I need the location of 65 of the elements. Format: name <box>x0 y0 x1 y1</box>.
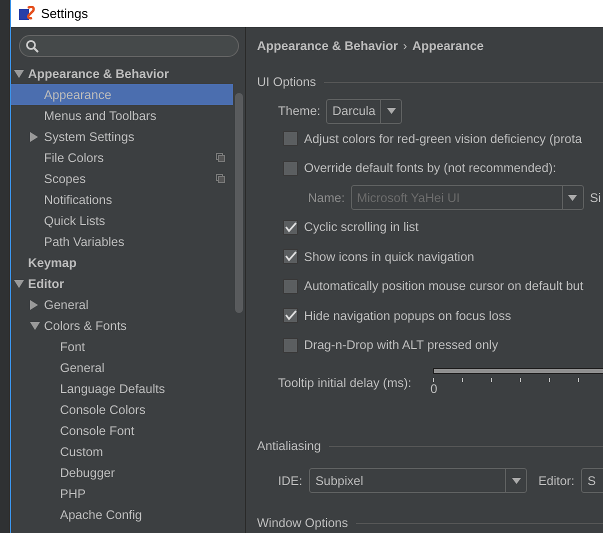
tree-item[interactable]: Console Font <box>11 420 245 441</box>
tree-item[interactable]: Debugger <box>11 462 245 483</box>
size-label: Si <box>590 190 601 205</box>
breadcrumb-item: Appearance & Behavior <box>257 39 398 53</box>
tree-item[interactable]: Language Defaults <box>11 378 245 399</box>
tree-item[interactable]: Menus and Toolbars <box>11 105 245 126</box>
checkbox[interactable] <box>283 308 298 324</box>
checkbox-label: Hide navigation popups on focus loss <box>304 308 512 323</box>
font-name-label: Name: <box>308 190 345 205</box>
section-title: Window Options <box>257 516 348 530</box>
tree-item[interactable]: Keymap <box>11 252 245 273</box>
checkbox-label: Override default fonts by (not recommended): <box>304 161 556 176</box>
dropdown-arrow-icon <box>512 478 521 484</box>
expanded-arrow-icon <box>14 70 24 78</box>
tree-item[interactable]: Scopes <box>11 168 245 189</box>
checkbox[interactable] <box>283 249 298 264</box>
breadcrumb-item: Appearance <box>412 39 484 53</box>
app-logo-icon <box>19 6 35 22</box>
tree-item[interactable]: Editor <box>11 273 245 294</box>
tree-item[interactable]: File Colors <box>11 147 245 168</box>
checkbox[interactable] <box>283 278 298 294</box>
search-field[interactable] <box>19 35 239 57</box>
tooltip-delay-label: Tooltip initial delay (ms): <box>278 376 412 390</box>
tree-item[interactable]: General <box>11 357 245 378</box>
tree-item[interactable]: Console Colors <box>11 399 245 420</box>
breadcrumb-separator: › <box>403 39 408 53</box>
collapsed-arrow-icon <box>30 300 38 310</box>
section-title: Antialiasing <box>257 439 321 453</box>
editor-dropdown[interactable]: S <box>581 468 603 493</box>
search-icon <box>26 40 39 52</box>
checkbox[interactable] <box>283 220 298 235</box>
tree-item[interactable]: Path Variables <box>11 231 245 252</box>
tick-label: 0 <box>430 382 438 396</box>
checkbox[interactable] <box>283 160 298 176</box>
editor-label: Editor: <box>538 474 574 488</box>
checkbox-label: Cyclic scrolling in list <box>304 220 419 234</box>
tree-item[interactable]: Colors & Fonts <box>11 315 245 336</box>
tree-item[interactable]: Custom <box>11 441 245 462</box>
expanded-arrow-icon <box>14 280 24 288</box>
checkbox[interactable] <box>283 131 298 146</box>
checkbox-label: Adjust colors for red-green vision deficiency (prota <box>304 132 582 146</box>
collapsed-arrow-icon <box>30 132 38 142</box>
scrollbar[interactable] <box>235 93 243 313</box>
expanded-arrow-icon <box>30 322 40 330</box>
checkbox[interactable] <box>283 338 298 353</box>
tree-item[interactable]: System Settings <box>11 126 245 147</box>
checkbox-label: Automatically position mouse cursor on default but <box>304 279 584 294</box>
checkbox-label: Drag-n-Drop with ALT pressed only <box>304 338 498 352</box>
theme-dropdown[interactable]: Darcula <box>326 98 402 124</box>
theme-label: Theme: <box>278 104 320 118</box>
ide-label: IDE: <box>278 474 302 488</box>
ide-dropdown[interactable]: Subpixel <box>309 468 528 493</box>
tree-item[interactable]: Quick Lists <box>11 210 245 231</box>
dropdown-arrow-icon <box>386 108 396 114</box>
tree-item[interactable]: PHP <box>11 483 245 504</box>
tree-item[interactable]: Notifications <box>11 189 245 210</box>
tree-item[interactable]: General <box>11 294 245 315</box>
dropdown-arrow-icon <box>568 194 578 201</box>
slider-track[interactable] <box>433 368 603 374</box>
window-title: Settings <box>41 6 88 21</box>
tree-item[interactable]: Font <box>11 336 245 357</box>
section-title: UI Options <box>257 75 316 89</box>
tree-item[interactable]: Appearance & Behavior <box>11 63 245 84</box>
tree-item[interactable]: Apache Config <box>11 504 245 525</box>
checkbox-label: Show icons in quick navigation <box>304 250 474 264</box>
